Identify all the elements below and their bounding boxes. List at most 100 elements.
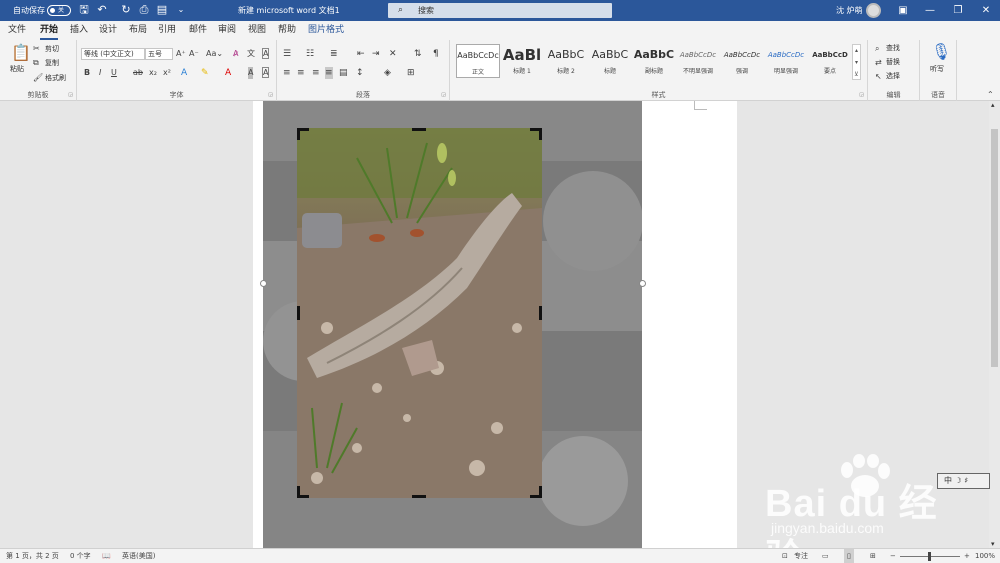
grow-font-icon[interactable]: A⁺ <box>176 48 186 60</box>
zoom-in-icon[interactable]: + <box>964 549 970 563</box>
style-normal[interactable]: AaBbCcDc 正文 <box>456 44 500 78</box>
character-border-icon[interactable]: A <box>262 67 270 78</box>
highlight-color-icon[interactable]: ✎ <box>201 67 209 79</box>
underline-icon[interactable]: U <box>111 67 117 79</box>
paste-button[interactable]: 粘贴 <box>10 64 24 75</box>
microphone-icon[interactable]: 🎙 <box>931 43 951 61</box>
tab-references[interactable]: 引用 <box>158 21 176 40</box>
style-subtle-emphasis[interactable]: AaBbCcDc 不明显强调 <box>676 44 720 78</box>
dialog-launcher-icon[interactable]: ◲ <box>268 92 273 98</box>
undo-icon[interactable]: ↶ <box>95 3 109 17</box>
resize-handle-right[interactable] <box>639 280 646 287</box>
tab-home[interactable]: 开始 <box>40 21 59 40</box>
phonetic-guide-icon[interactable]: 文 <box>247 48 255 60</box>
redo-icon[interactable]: ↻ <box>119 3 133 17</box>
minimize-icon[interactable]: — <box>916 0 944 21</box>
page-count[interactable]: 第 1 页，共 2 页 <box>6 549 59 563</box>
align-center-icon[interactable]: ≡ <box>297 67 305 79</box>
dialog-launcher-icon[interactable]: ◲ <box>441 92 446 98</box>
scrollbar-thumb[interactable] <box>991 129 998 367</box>
save-icon[interactable]: 🖫 <box>77 3 91 17</box>
subscript-icon[interactable]: x₂ <box>149 67 157 79</box>
crop-handle-top[interactable] <box>412 128 426 131</box>
tab-review[interactable]: 审阅 <box>218 21 236 40</box>
tab-picture-format[interactable]: 图片格式 <box>308 21 344 40</box>
character-shading-icon[interactable]: A <box>248 67 254 79</box>
format-painter-icon[interactable]: 🖌 <box>33 72 43 84</box>
vertical-scrollbar[interactable]: ▴ ▾ <box>989 101 1000 548</box>
tab-help[interactable]: 帮助 <box>278 21 296 40</box>
tab-mailings[interactable]: 邮件 <box>189 21 207 40</box>
shrink-font-icon[interactable]: A⁻ <box>189 48 199 60</box>
styles-gallery-scroll[interactable]: ▴ ▾ ⊻ <box>852 44 861 80</box>
crop-handle-bottom[interactable] <box>412 495 426 498</box>
crop-handle-right[interactable] <box>539 306 542 320</box>
distributed-icon[interactable]: ▤ <box>339 67 348 79</box>
avatar[interactable] <box>866 3 881 18</box>
style-title[interactable]: AaBbC 标题 <box>588 44 632 78</box>
align-right-icon[interactable]: ≡ <box>312 67 320 79</box>
replace-button[interactable]: 替换 <box>886 57 900 68</box>
crop-handle-bottom-right[interactable] <box>530 486 542 498</box>
change-case-icon[interactable]: Aa⌄ <box>206 48 223 60</box>
find-button[interactable]: 查找 <box>886 43 900 54</box>
web-layout-icon[interactable]: ⊞ <box>870 549 876 563</box>
multilevel-list-icon[interactable]: ≣ <box>330 48 338 60</box>
print-layout-icon[interactable]: ▯ <box>844 549 854 563</box>
select-button[interactable]: 选择 <box>886 71 900 82</box>
autosave-toggle[interactable]: 关 <box>47 5 71 16</box>
focus-mode[interactable]: 专注 <box>794 549 808 563</box>
enclose-characters-icon[interactable]: A <box>262 48 270 59</box>
focus-icon[interactable]: ⊡ <box>782 549 788 563</box>
zoom-slider-thumb[interactable] <box>928 552 931 561</box>
tab-file[interactable]: 文件 <box>8 21 26 40</box>
style-heading-2[interactable]: AaBbC 标题 2 <box>544 44 588 78</box>
justify-icon[interactable]: ≡ <box>325 67 333 79</box>
read-mode-icon[interactable]: ▭ <box>822 549 829 563</box>
word-count[interactable]: 0 个字 <box>70 549 91 563</box>
zoom-level[interactable]: 100% <box>975 549 995 563</box>
decrease-indent-icon[interactable]: ⇤ <box>357 48 365 60</box>
strikethrough-icon[interactable]: ab <box>133 67 143 79</box>
select-icon[interactable]: ↖ <box>875 71 882 83</box>
line-spacing-icon[interactable]: ↕ <box>356 67 364 79</box>
language[interactable]: 英语(美国) <box>122 549 155 563</box>
italic-icon[interactable]: I <box>99 67 101 79</box>
cut-button[interactable]: 剪切 <box>45 44 59 55</box>
copy-icon[interactable]: ⧉ <box>33 57 39 69</box>
crop-handle-left[interactable] <box>297 306 300 320</box>
numbering-icon[interactable]: ☷ <box>306 48 314 60</box>
text-effects-icon[interactable]: A <box>181 67 187 79</box>
style-subtitle[interactable]: AaBbC 副标题 <box>632 44 676 78</box>
replace-icon[interactable]: ⇄ <box>875 57 882 69</box>
cut-icon[interactable]: ✂ <box>33 43 40 55</box>
proofing-icon[interactable]: 📖 <box>102 549 111 563</box>
scroll-down-icon[interactable]: ▾ <box>991 540 995 548</box>
crop-handle-bottom-left[interactable] <box>297 486 309 498</box>
bold-icon[interactable]: B <box>84 67 90 79</box>
format-painter-button[interactable]: 格式刷 <box>45 73 66 84</box>
zoom-slider[interactable] <box>900 552 960 561</box>
show-marks-icon[interactable]: ¶ <box>433 48 439 60</box>
copy-button[interactable]: 复制 <box>45 58 59 69</box>
find-icon[interactable]: ⌕ <box>875 43 879 55</box>
crop-handle-top-right[interactable] <box>530 128 542 140</box>
shading-icon[interactable]: ◈ <box>384 67 391 79</box>
increase-indent-icon[interactable]: ⇥ <box>372 48 380 60</box>
tab-view[interactable]: 视图 <box>248 21 266 40</box>
chinese-layout-icon[interactable]: ✕ <box>389 48 397 60</box>
user-name[interactable]: 沈 炉萌 <box>836 0 863 21</box>
borders-icon[interactable]: ⊞ <box>407 67 415 79</box>
clear-formatting-icon[interactable]: A̷ <box>233 48 238 60</box>
tab-insert[interactable]: 插入 <box>70 21 88 40</box>
style-emphasis[interactable]: AaBbCcDc 强调 <box>720 44 764 78</box>
collapse-ribbon-icon[interactable]: ⌃ <box>987 89 994 101</box>
style-intense-emphasis[interactable]: AaBbCcDc 明显强调 <box>764 44 808 78</box>
resize-handle-left[interactable] <box>260 280 267 287</box>
restore-icon[interactable]: ❐ <box>944 0 972 21</box>
style-strong[interactable]: AaBbCcD 要点 <box>808 44 852 78</box>
style-heading-1[interactable]: AaBl 标题 1 <box>500 44 544 78</box>
ribbon-display-icon[interactable]: ▣ <box>889 0 917 21</box>
paste-icon[interactable]: 📋 <box>11 44 31 62</box>
font-family-select[interactable]: 等线 (中文正文) <box>81 48 145 60</box>
